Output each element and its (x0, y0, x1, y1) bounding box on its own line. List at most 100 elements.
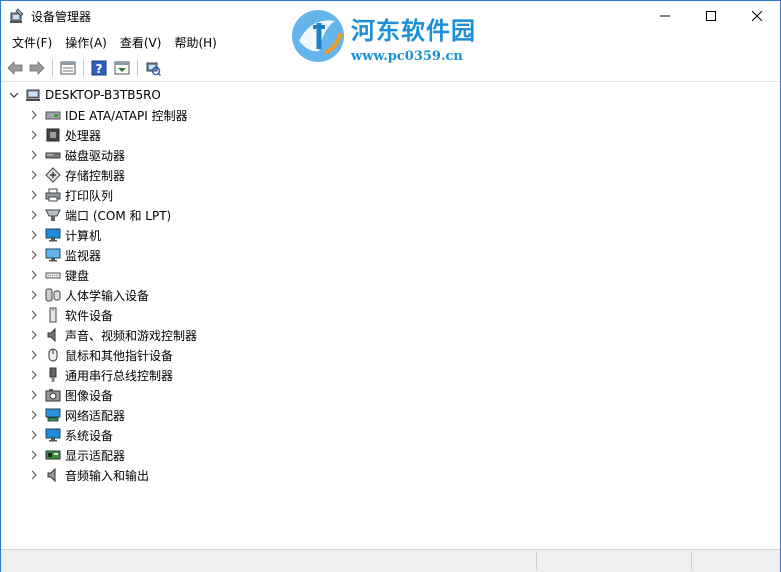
chevron-right-icon[interactable] (27, 268, 41, 282)
tree-node[interactable]: 端口 (COM 和 LPT) (27, 205, 171, 225)
menu-view[interactable]: 查看(V) (114, 33, 168, 53)
tree-node[interactable]: 声音、视频和游戏控制器 (27, 325, 197, 345)
computer-monitor-icon (45, 227, 61, 243)
tree-node-label: 键盘 (65, 268, 90, 283)
forward-button[interactable] (27, 58, 47, 78)
tree-node[interactable]: 网络适配器 (27, 405, 125, 425)
chevron-right-icon[interactable] (27, 448, 41, 462)
update-driver-button[interactable] (112, 58, 132, 78)
chevron-right-icon[interactable] (27, 288, 41, 302)
back-button[interactable] (5, 58, 25, 78)
tree-node[interactable]: 监视器 (27, 245, 101, 265)
chevron-right-icon[interactable] (27, 388, 41, 402)
camera-icon (45, 387, 61, 403)
tree-root-node[interactable]: DESKTOP-B3TB5RO (7, 85, 161, 105)
tree-node[interactable]: IDE ATA/ATAPI 控制器 (27, 105, 188, 125)
toolbar-separator (83, 60, 84, 76)
tree-node-label: IDE ATA/ATAPI 控制器 (65, 108, 188, 123)
ide-controller-icon (45, 107, 61, 123)
chevron-right-icon[interactable] (27, 328, 41, 342)
tree-node-label: 音频输入和输出 (65, 468, 150, 483)
tree-node[interactable]: 人体学输入设备 (27, 285, 149, 305)
chevron-right-icon[interactable] (27, 248, 41, 262)
tree-node[interactable]: 系统设备 (27, 425, 113, 445)
minimize-icon (660, 15, 670, 17)
chevron-down-icon[interactable] (7, 88, 21, 102)
device-manager-icon (9, 8, 25, 24)
window-title: 设备管理器 (31, 10, 92, 24)
chevron-right-icon[interactable] (27, 348, 41, 362)
tree-node[interactable]: 软件设备 (27, 305, 113, 325)
usb-icon (45, 367, 61, 383)
help-button[interactable]: ? (89, 58, 109, 78)
help-icon: ? (91, 60, 107, 76)
tree-node-label: 打印队列 (65, 188, 114, 203)
system-device-icon (45, 427, 61, 443)
tree-node[interactable]: 鼠标和其他指针设备 (27, 345, 173, 365)
menu-file[interactable]: 文件(F) (6, 33, 58, 53)
storage-controller-icon (45, 167, 61, 183)
network-adapter-icon (45, 407, 61, 423)
title-bar[interactable]: 设备管理器 (1, 1, 780, 31)
disk-drive-icon (45, 147, 61, 163)
chevron-right-icon[interactable] (27, 408, 41, 422)
svg-text:?: ? (96, 62, 103, 76)
tree-node[interactable]: 通用串行总线控制器 (27, 365, 173, 385)
chevron-right-icon[interactable] (27, 368, 41, 382)
port-icon (45, 207, 61, 223)
tree-node-label: 处理器 (65, 128, 102, 143)
tree-node-label: 图像设备 (65, 388, 114, 403)
status-bar (1, 549, 780, 572)
chevron-right-icon[interactable] (27, 308, 41, 322)
chevron-right-icon[interactable] (27, 428, 41, 442)
tree-node-label: 通用串行总线控制器 (65, 368, 174, 383)
forward-icon (29, 61, 45, 75)
chevron-right-icon[interactable] (27, 468, 41, 482)
scan-hardware-button[interactable] (143, 58, 163, 78)
tree-node[interactable]: 存储控制器 (27, 165, 125, 185)
tree-node-label: 显示适配器 (65, 448, 126, 463)
hid-icon (45, 287, 61, 303)
tree-root-label: DESKTOP-B3TB5RO (45, 88, 161, 102)
chevron-right-icon[interactable] (27, 188, 41, 202)
tree-node[interactable]: 磁盘驱动器 (27, 145, 125, 165)
chevron-right-icon[interactable] (27, 168, 41, 182)
device-manager-window: 设备管理器 河东软件园 www.pc0359.cn 文件(F) 操作(A) 查看… (0, 0, 781, 572)
tree-node-label: 系统设备 (65, 428, 114, 443)
properties-button[interactable] (58, 58, 78, 78)
tree-node[interactable]: 键盘 (27, 265, 89, 285)
tree-node-label: 鼠标和其他指针设备 (65, 348, 174, 363)
minimize-button[interactable] (642, 1, 688, 31)
scan-hardware-icon (146, 62, 161, 76)
chevron-right-icon[interactable] (27, 208, 41, 222)
chevron-right-icon[interactable] (27, 108, 41, 122)
processor-icon (45, 127, 61, 143)
status-bar-divider (536, 552, 537, 570)
menu-help[interactable]: 帮助(H) (168, 33, 222, 53)
maximize-icon (706, 11, 716, 21)
tree-node[interactable]: 打印队列 (27, 185, 113, 205)
tree-node-label: 声音、视频和游戏控制器 (65, 328, 198, 343)
speaker-icon (45, 327, 61, 343)
maximize-button[interactable] (688, 1, 734, 31)
tree-node[interactable]: 音频输入和输出 (27, 465, 149, 485)
toolbar-separator (137, 60, 138, 76)
tree-node-label: 监视器 (65, 248, 102, 263)
audio-io-icon (45, 467, 61, 483)
tree-node[interactable]: 图像设备 (27, 385, 113, 405)
tree-node-label: 磁盘驱动器 (65, 148, 126, 163)
chevron-right-icon[interactable] (27, 148, 41, 162)
update-driver-icon (114, 61, 130, 75)
toolbar-separator (52, 60, 53, 76)
chevron-right-icon[interactable] (27, 228, 41, 242)
chevron-right-icon[interactable] (27, 128, 41, 142)
tree-node[interactable]: 计算机 (27, 225, 101, 245)
tree-node[interactable]: 处理器 (27, 125, 101, 145)
monitor-icon (45, 247, 61, 263)
close-icon (752, 11, 762, 21)
menu-action[interactable]: 操作(A) (59, 33, 113, 53)
status-bar-divider (691, 552, 692, 570)
close-button[interactable] (734, 1, 780, 31)
tree-node[interactable]: 显示适配器 (27, 445, 125, 465)
tree-node-label: 软件设备 (65, 308, 114, 323)
